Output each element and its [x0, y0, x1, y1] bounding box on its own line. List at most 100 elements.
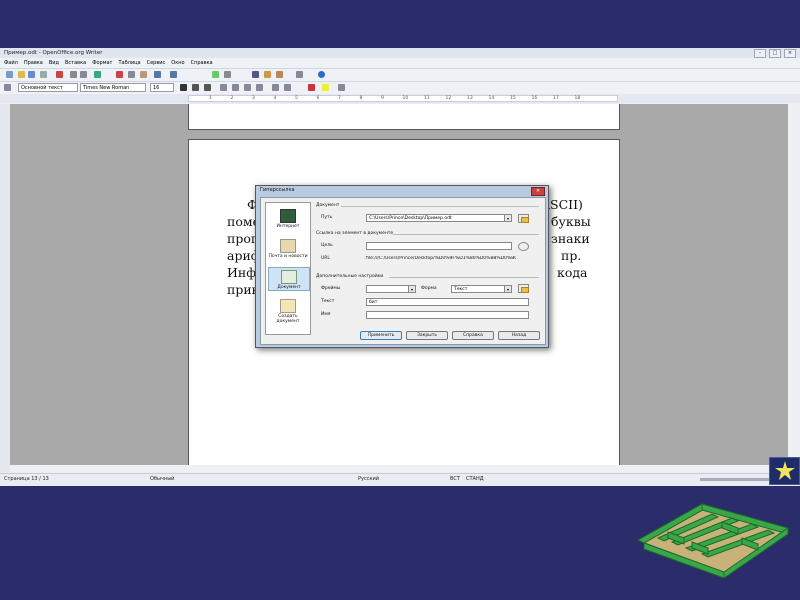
- dialog-title: Гиперссылка: [260, 187, 295, 193]
- undo-icon[interactable]: [154, 71, 161, 78]
- table-icon[interactable]: [224, 71, 231, 78]
- align-center-icon[interactable]: [232, 84, 239, 91]
- new-icon[interactable]: [6, 71, 13, 78]
- font-color-icon[interactable]: [308, 84, 315, 91]
- menu-file[interactable]: Файл: [4, 58, 18, 68]
- dialog-close-button[interactable]: ✕: [531, 187, 545, 196]
- ruler-tick-label: 1: [209, 96, 212, 101]
- styles-icon[interactable]: [4, 84, 11, 91]
- justify-icon[interactable]: [256, 84, 263, 91]
- email-icon[interactable]: [40, 71, 47, 78]
- page-previous: [188, 104, 620, 130]
- form-dropdown[interactable]: ▾: [504, 285, 512, 293]
- open-file-button[interactable]: [518, 214, 529, 223]
- preview-icon[interactable]: [80, 71, 87, 78]
- hyperlink-dialog: Гиперссылка ✕ Интернет Почта и новости Д…: [255, 185, 549, 348]
- doc-line-right: знаки: [551, 231, 590, 246]
- menu-table[interactable]: Таблица: [118, 58, 140, 68]
- status-insert-mode[interactable]: ВСТ: [450, 474, 460, 485]
- underline-icon[interactable]: [204, 84, 211, 91]
- menu-help[interactable]: Справка: [191, 58, 213, 68]
- nav-mail-news[interactable]: Почта и новости: [268, 237, 308, 259]
- text-field[interactable]: бит: [366, 298, 529, 306]
- spellcheck-icon[interactable]: [94, 71, 101, 78]
- font-size-select[interactable]: 16: [150, 83, 174, 92]
- numbering-icon[interactable]: [272, 84, 279, 91]
- ruler-tick-label: 10: [402, 96, 409, 101]
- maximize-button[interactable]: □: [769, 49, 781, 58]
- zoom-slider[interactable]: [700, 478, 780, 481]
- nav-internet[interactable]: Интернет: [268, 207, 308, 229]
- highlight-icon[interactable]: [322, 84, 329, 91]
- apply-button[interactable]: Применить: [360, 331, 402, 340]
- cut-icon[interactable]: [116, 71, 123, 78]
- redo-icon[interactable]: [170, 71, 177, 78]
- copy-icon[interactable]: [128, 71, 135, 78]
- doc-line-right: кода: [557, 265, 588, 280]
- ruler-tick-label: 7: [338, 96, 341, 101]
- nav-document-label: Документ: [277, 285, 301, 290]
- find-icon[interactable]: [252, 71, 259, 78]
- pdf-icon[interactable]: [56, 71, 63, 78]
- name-field[interactable]: [366, 311, 529, 319]
- folder-icon: [521, 217, 529, 223]
- text-label: Текст: [321, 299, 335, 304]
- font-name-select[interactable]: Times New Roman: [80, 83, 146, 92]
- save-icon[interactable]: [28, 71, 35, 78]
- dialog-body: Интернет Почта и новости Документ Создат…: [260, 197, 546, 345]
- nav-mail-news-label: Почта и новости: [268, 254, 308, 259]
- status-language: Русский: [358, 476, 379, 482]
- status-selection-mode[interactable]: СТАНД: [466, 474, 484, 485]
- menu-format[interactable]: Формат: [92, 58, 112, 68]
- gallery-icon[interactable]: [276, 71, 283, 78]
- form-select[interactable]: Текст: [451, 285, 511, 293]
- bold-icon[interactable]: [180, 84, 187, 91]
- minimize-button[interactable]: –: [754, 49, 766, 58]
- standard-toolbar: [0, 68, 800, 81]
- hyperlink-type-list: Интернет Почта и новости Документ Создат…: [265, 202, 311, 335]
- url-value: file:///C:/Users/Prince/Desktop/%D0%9F%D…: [366, 256, 516, 261]
- menu-window[interactable]: Окно: [171, 58, 184, 68]
- close-button[interactable]: Закрыть: [406, 331, 448, 340]
- help-icon[interactable]: [318, 71, 325, 78]
- target-field[interactable]: [366, 242, 512, 250]
- menu-insert[interactable]: Вставка: [65, 58, 86, 68]
- paragraph-style-select[interactable]: Основной текст: [18, 83, 78, 92]
- path-dropdown[interactable]: ▾: [504, 214, 512, 222]
- events-button[interactable]: [518, 284, 529, 293]
- ruler-tick-label: 15: [510, 96, 516, 101]
- horizontal-scrollbar[interactable]: [10, 465, 788, 472]
- nav-new-document[interactable]: Создать документ: [268, 297, 308, 324]
- back-button[interactable]: Назад: [498, 331, 540, 340]
- formatting-toolbar: Основной текст Times New Roman 16: [0, 81, 800, 94]
- slide-navigation-icon[interactable]: [769, 457, 800, 485]
- menu-edit[interactable]: Правка: [24, 58, 43, 68]
- align-left-icon[interactable]: [220, 84, 227, 91]
- ruler-tick-label: 2: [230, 96, 234, 101]
- italic-icon[interactable]: [192, 84, 199, 91]
- ruler-tick-label: 17: [553, 96, 559, 101]
- zoom-icon[interactable]: [296, 71, 303, 78]
- doc-line-right: пр.: [561, 248, 582, 263]
- vertical-scrollbar[interactable]: [788, 104, 800, 472]
- menu-view[interactable]: Вид: [49, 58, 59, 68]
- frame-dropdown[interactable]: ▾: [408, 285, 416, 293]
- group-line: [341, 206, 539, 207]
- path-field[interactable]: C:\Users\Prince\Desktop\Пример.odt: [366, 214, 512, 222]
- print-icon[interactable]: [70, 71, 77, 78]
- background-color-icon[interactable]: [338, 84, 345, 91]
- paste-icon[interactable]: [140, 71, 147, 78]
- open-icon[interactable]: [18, 71, 25, 78]
- nav-document[interactable]: Документ: [268, 267, 310, 291]
- group-line: [389, 277, 539, 278]
- target-browse-button[interactable]: [518, 242, 529, 251]
- align-right-icon[interactable]: [244, 84, 251, 91]
- ruler-tick-label: 5: [295, 96, 298, 101]
- bullets-icon[interactable]: [284, 84, 291, 91]
- hyperlink-icon[interactable]: [212, 71, 219, 78]
- ruler-tick-label: 18: [574, 96, 581, 101]
- help-button[interactable]: Справка: [452, 331, 494, 340]
- navigator-icon[interactable]: [264, 71, 271, 78]
- close-window-button[interactable]: ×: [784, 49, 796, 58]
- menu-tools[interactable]: Сервис: [147, 58, 166, 68]
